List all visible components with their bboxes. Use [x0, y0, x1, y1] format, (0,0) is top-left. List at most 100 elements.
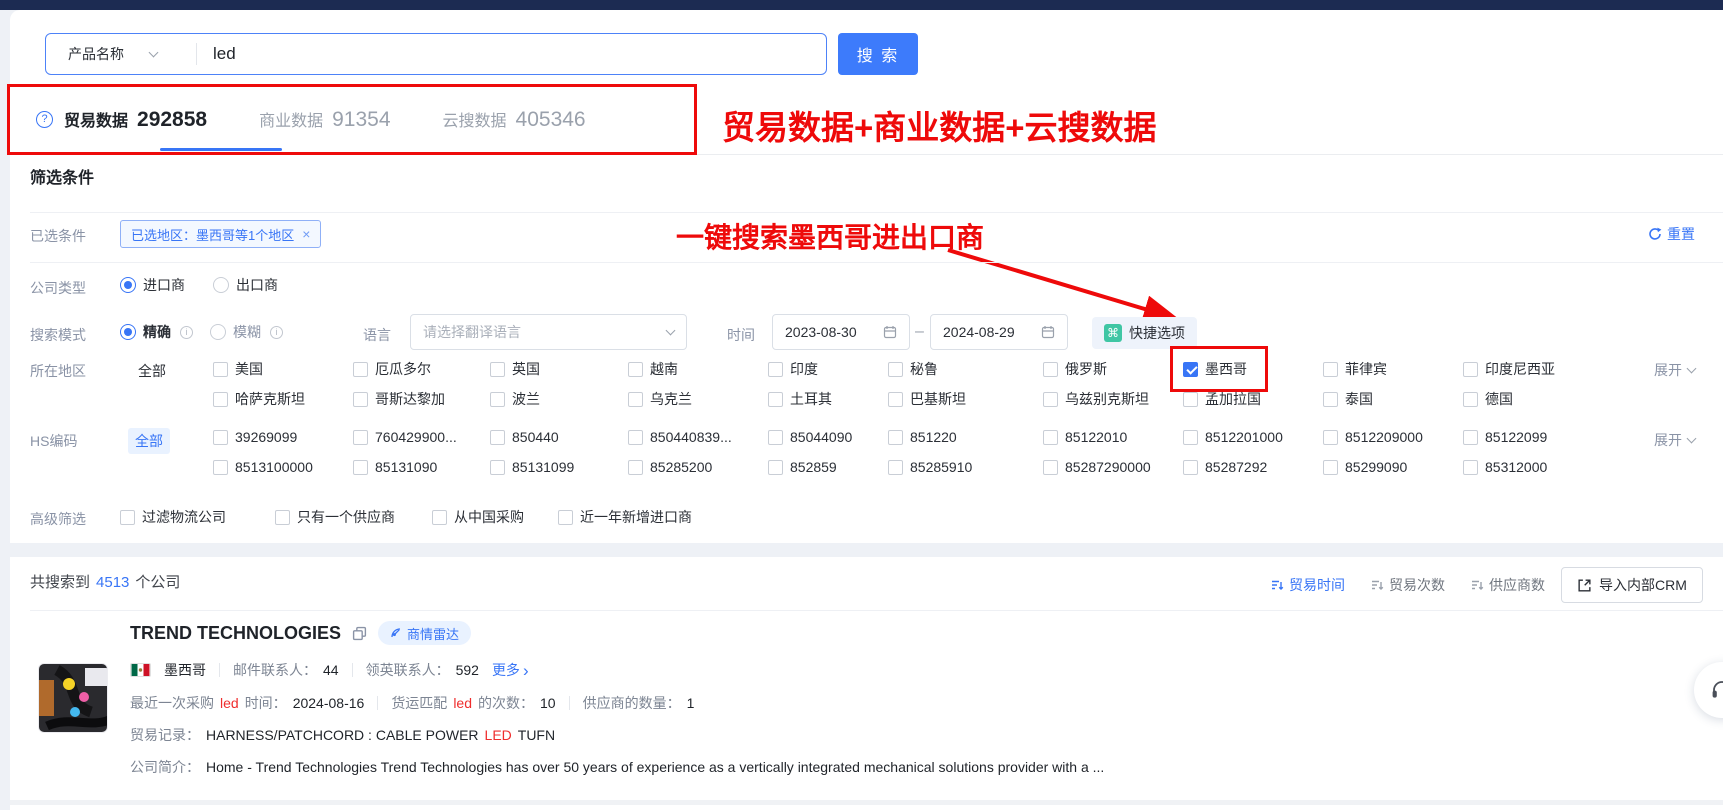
checkbox-label: 德国	[1485, 389, 1513, 409]
hs-checkbox[interactable]: 8513100000	[213, 459, 313, 475]
region-checkbox-india[interactable]: 印度	[768, 359, 818, 379]
tab-trade-data[interactable]: ? 贸易数据 292858	[36, 107, 207, 132]
hs-checkbox[interactable]: 851220	[888, 429, 957, 445]
hs-checkbox[interactable]: 85287290000	[1043, 459, 1151, 475]
hs-checkbox[interactable]: 85122099	[1463, 429, 1547, 445]
hs-checkbox[interactable]: 85285200	[628, 459, 712, 475]
hs-checkbox[interactable]: 850440839...	[628, 429, 732, 445]
question-circle-icon: ?	[36, 111, 53, 128]
checkbox-icon	[628, 460, 643, 475]
tab-count: 91354	[332, 108, 390, 132]
region-checkbox-turkey[interactable]: 土耳其	[768, 389, 832, 409]
region-checkbox-pakistan[interactable]: 巴基斯坦	[888, 389, 966, 409]
checkbox-label: 85131090	[375, 459, 437, 475]
checkbox-label: 852859	[790, 459, 837, 475]
quick-options-button[interactable]: ⌘ 快捷选项	[1092, 317, 1197, 349]
search-field-selector[interactable]: 产品名称	[46, 34, 196, 74]
region-checkbox-poland[interactable]: 波兰	[490, 389, 540, 409]
hs-checkbox[interactable]: 850440	[490, 429, 559, 445]
search-button[interactable]: 搜 索	[838, 33, 918, 75]
hs-all-chip[interactable]: 全部	[128, 428, 170, 454]
chevron-down-icon	[1687, 434, 1697, 444]
company-thumbnail[interactable]	[38, 663, 108, 733]
more-link[interactable]: 更多 ›	[492, 660, 529, 680]
region-checkbox-germany[interactable]: 德国	[1463, 389, 1513, 409]
radio-precise-label: 精确	[143, 322, 171, 342]
checkbox-icon	[768, 460, 783, 475]
date-to-input[interactable]: 2024-08-29	[930, 314, 1068, 350]
checkbox-label: 85285200	[650, 459, 712, 475]
hs-checkbox[interactable]: 85131090	[353, 459, 437, 475]
hs-checkbox[interactable]: 85285910	[888, 459, 972, 475]
freight-label: 货运匹配	[391, 693, 447, 713]
expand-label: 展开	[1654, 360, 1682, 380]
region-checkbox-mexico[interactable]: 墨西哥	[1183, 359, 1247, 379]
advanced-filter-label: 高级筛选	[30, 509, 86, 529]
region-checkbox-vietnam[interactable]: 越南	[628, 359, 678, 379]
region-checkbox-costa-rica[interactable]: 哥斯达黎加	[353, 389, 445, 409]
search-input[interactable]	[197, 44, 826, 64]
close-icon[interactable]: ×	[302, 226, 310, 242]
checkbox-icon	[888, 392, 903, 407]
region-checkbox-ukraine[interactable]: 乌克兰	[628, 389, 692, 409]
divider	[569, 696, 570, 710]
region-checkbox-philippines[interactable]: 菲律宾	[1323, 359, 1387, 379]
hs-checkbox[interactable]: 760429900...	[353, 429, 457, 445]
region-checkbox-uzbekistan[interactable]: 乌兹别克斯坦	[1043, 389, 1149, 409]
adv-checkbox-new-importer[interactable]: 近一年新增进口商	[558, 507, 692, 527]
region-checkbox-bangladesh[interactable]: 孟加拉国	[1183, 389, 1261, 409]
company-name[interactable]: TREND TECHNOLOGIES	[130, 623, 341, 644]
region-checkbox-kazakhstan[interactable]: 哈萨克斯坦	[213, 389, 305, 409]
hs-checkbox[interactable]: 8512209000	[1323, 429, 1423, 445]
reset-label: 重置	[1667, 224, 1695, 244]
radar-icon	[390, 627, 402, 639]
annotation-text-tabs: 贸易数据+商业数据+云搜数据	[722, 101, 1157, 149]
hs-checkbox[interactable]: 85312000	[1463, 459, 1547, 475]
import-crm-button[interactable]: 导入内部CRM	[1561, 567, 1703, 603]
tab-cloud-search-data[interactable]: 云搜数据 405346	[443, 107, 586, 132]
region-expand-link[interactable]: 展开	[1654, 360, 1695, 380]
region-checkbox-peru[interactable]: 秘鲁	[888, 359, 938, 379]
region-checkbox-usa[interactable]: 美国	[213, 359, 263, 379]
tab-business-data[interactable]: 商业数据 91354	[259, 107, 390, 132]
region-all-link[interactable]: 全部	[138, 361, 166, 381]
hs-checkbox[interactable]: 85131099	[490, 459, 574, 475]
hs-checkbox[interactable]: 85044090	[768, 429, 852, 445]
region-checkbox-ecuador[interactable]: 厄瓜多尔	[353, 359, 431, 379]
trade-record-row: 贸易记录： HARNESS/PATCHCORD : CABLE POWER LE…	[130, 725, 555, 745]
region-checkbox-russia[interactable]: 俄罗斯	[1043, 359, 1107, 379]
radio-fuzzy[interactable]: 模糊 i	[210, 322, 283, 342]
region-checkbox-thailand[interactable]: 泰国	[1323, 389, 1373, 409]
language-select[interactable]: 请选择翻译语言	[410, 314, 687, 350]
hs-checkbox[interactable]: 39269099	[213, 429, 297, 445]
checkbox-label: 8512209000	[1345, 429, 1423, 445]
checkbox-label: 印度尼西亚	[1485, 359, 1555, 379]
reset-button[interactable]: 重置	[1648, 224, 1695, 244]
hs-checkbox[interactable]: 8512201000	[1183, 429, 1283, 445]
adv-checkbox-filter-logistics[interactable]: 过滤物流公司	[120, 507, 226, 527]
selected-region-tag[interactable]: 已选地区：墨西哥等1个地区 ×	[120, 220, 321, 248]
copy-icon[interactable]	[352, 626, 367, 641]
radio-importer[interactable]: 进口商	[120, 275, 185, 295]
radio-exporter[interactable]: 出口商	[213, 275, 278, 295]
sort-trade-count[interactable]: 贸易次数	[1371, 575, 1445, 595]
summary-prefix: 共搜索到	[30, 571, 90, 592]
hs-checkbox[interactable]: 85299090	[1323, 459, 1407, 475]
checkbox-label: 只有一个供应商	[297, 507, 395, 527]
business-radar-badge[interactable]: 商情雷达	[378, 621, 471, 645]
sort-supplier-count[interactable]: 供应商数	[1471, 575, 1545, 595]
radio-precise[interactable]: 精确 i	[120, 322, 193, 342]
adv-checkbox-single-supplier[interactable]: 只有一个供应商	[275, 507, 395, 527]
checkbox-label: 哥斯达黎加	[375, 389, 445, 409]
adv-checkbox-from-china[interactable]: 从中国采购	[432, 507, 524, 527]
hs-checkbox[interactable]: 852859	[768, 459, 837, 475]
region-checkbox-uk[interactable]: 英国	[490, 359, 540, 379]
date-from-input[interactable]: 2023-08-30	[772, 314, 910, 350]
checkbox-icon	[1043, 362, 1058, 377]
region-checkbox-indonesia[interactable]: 印度尼西亚	[1463, 359, 1555, 379]
hs-checkbox[interactable]: 85122010	[1043, 429, 1127, 445]
hs-expand-link[interactable]: 展开	[1654, 430, 1695, 450]
company-intro-text: Home - Trend Technologies Trend Technolo…	[206, 759, 1104, 775]
hs-checkbox[interactable]: 85287292	[1183, 459, 1267, 475]
sort-trade-time[interactable]: 贸易时间	[1271, 575, 1345, 595]
